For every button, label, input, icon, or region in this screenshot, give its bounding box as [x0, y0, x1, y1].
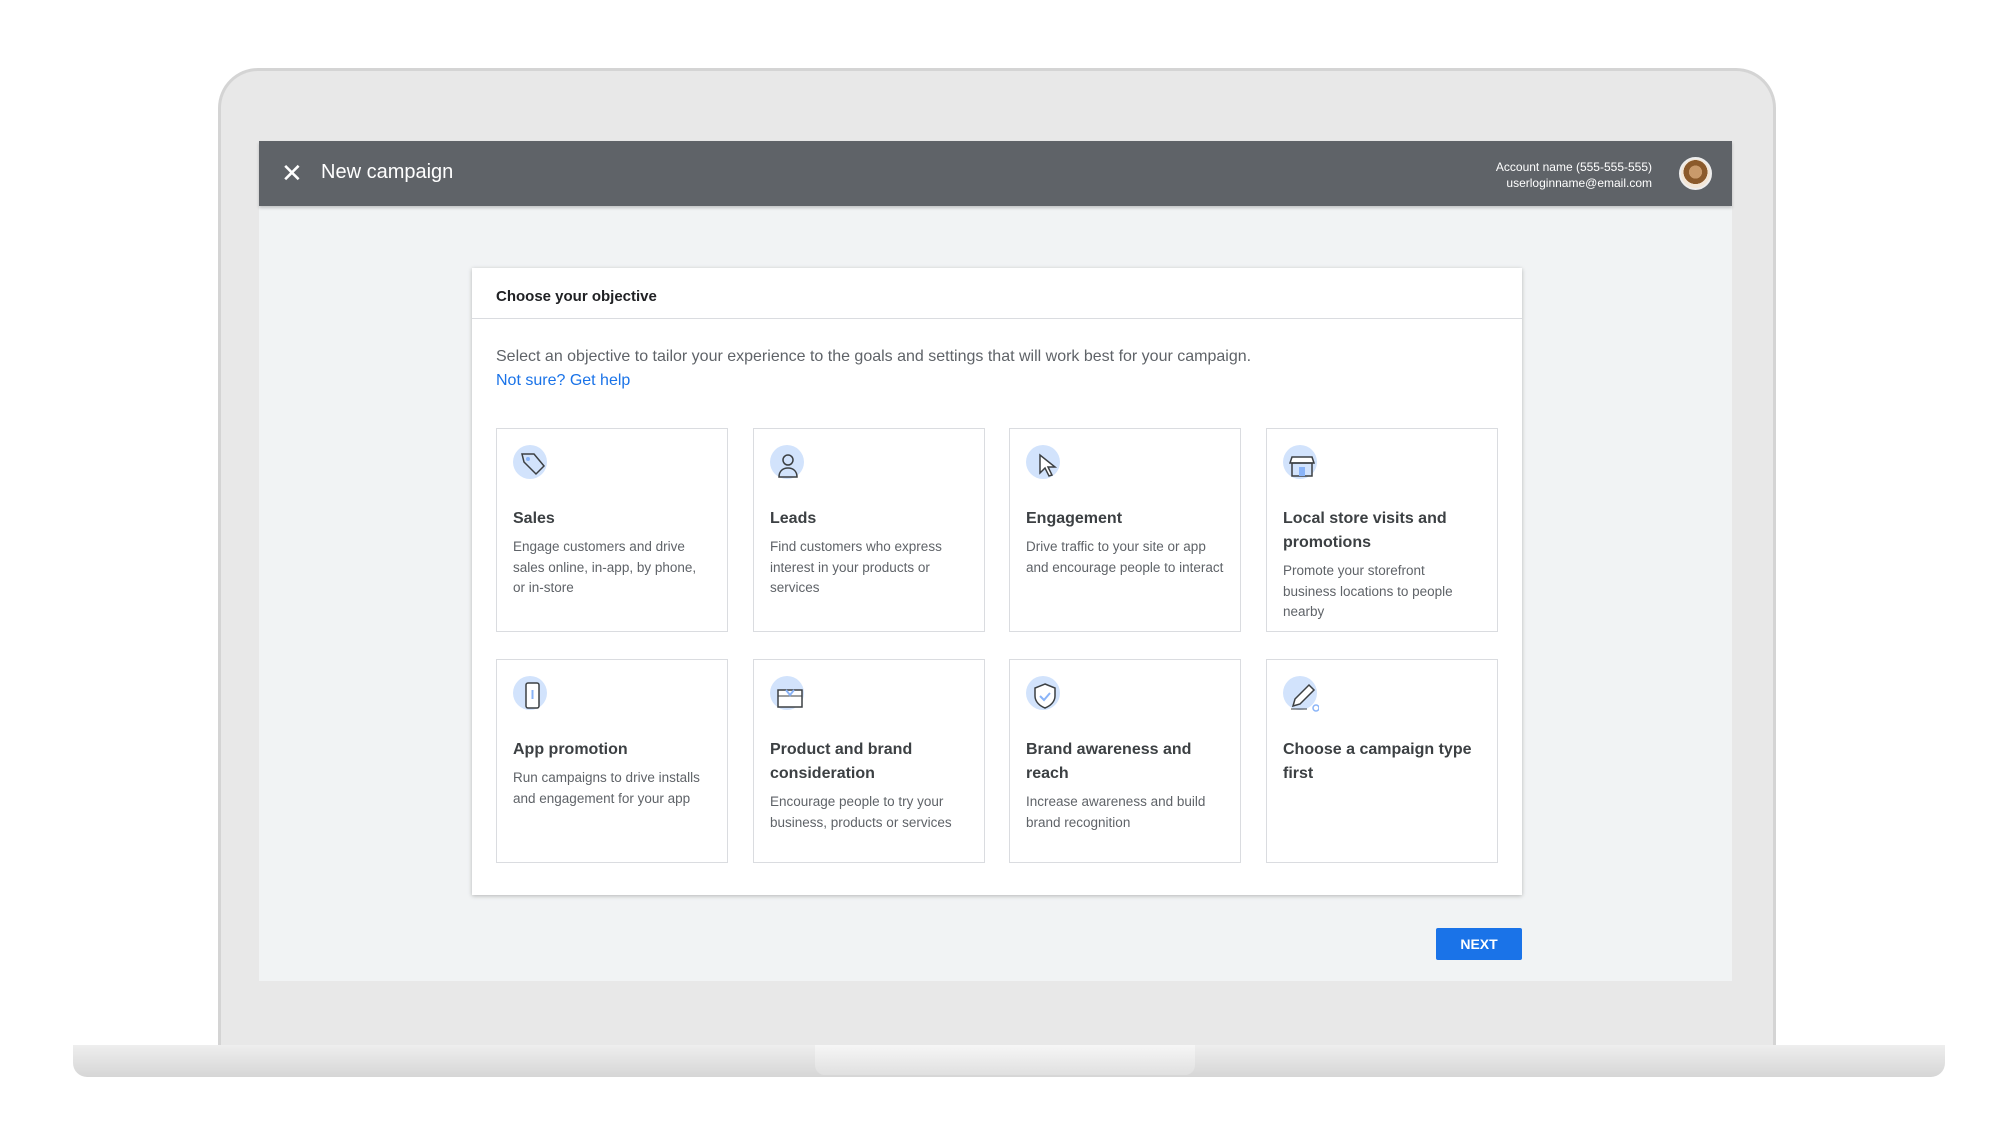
store-icon: [1283, 445, 1323, 485]
account-name: Account name (555-555-555): [1495, 160, 1652, 174]
objective-description: Find customers who express interest in y…: [770, 539, 942, 595]
objective-tile-app-promotion[interactable]: App promotion Run campaigns to drive inst…: [496, 659, 728, 863]
laptop-notch: [815, 1045, 1195, 1075]
person-icon: [770, 445, 810, 485]
objective-title: Product and brand consideration: [770, 741, 913, 782]
account-email: userloginname@email.com: [1506, 176, 1652, 190]
gift-box-icon: [770, 676, 810, 716]
top-bar: ✕ New campaign Account name (555-555-555…: [259, 141, 1732, 206]
avatar[interactable]: [1679, 157, 1712, 190]
objective-dialog: Choose your objective Select an objectiv…: [472, 268, 1522, 895]
account-info: Account name (555-555-555) userloginname…: [1496, 159, 1652, 191]
close-icon[interactable]: ✕: [281, 158, 303, 189]
phone-icon: [513, 676, 553, 716]
help-link[interactable]: Not sure? Get help: [496, 372, 630, 390]
dialog-title: Choose your objective: [472, 268, 1522, 319]
objective-tile-sales[interactable]: Sales Engage customers and drive sales on…: [496, 428, 728, 632]
objective-description: Promote your storefront business locatio…: [1283, 563, 1453, 619]
objective-description: Engage customers and drive sales online,…: [513, 539, 697, 595]
objective-tile-product-and-brand-consideration[interactable]: Product and brand consideration Encourage…: [753, 659, 985, 863]
objective-tile-leads[interactable]: Leads Find customers who express interest…: [753, 428, 985, 632]
objective-description: Increase awareness and build brand recog…: [1026, 794, 1206, 830]
screen: ✕ New campaign Account name (555-555-555…: [259, 141, 1732, 981]
intro-text: Select an objective to tailor your exper…: [496, 348, 1252, 365]
objective-tile-engagement[interactable]: Engagement Drive traffic to your site or …: [1009, 428, 1241, 632]
objective-title: Sales: [513, 510, 555, 527]
cursor-icon: [1026, 445, 1066, 485]
page-title: New campaign: [321, 161, 454, 183]
objective-title: Engagement: [1026, 510, 1123, 527]
next-button[interactable]: NEXT: [1436, 928, 1522, 960]
shield-icon: [1026, 676, 1066, 716]
objective-description: Drive traffic to your site or app and en…: [1026, 539, 1224, 575]
objective-tile-choose-a-campaign-type-first[interactable]: Choose a campaign type first: [1266, 659, 1498, 863]
objective-tile-brand-awareness-and-reach[interactable]: Brand awareness and reach Increase awaren…: [1009, 659, 1241, 863]
objective-description: Run campaigns to drive installs and enga…: [513, 770, 700, 806]
objective-title: App promotion: [513, 741, 628, 758]
objective-description: Encourage people to try your business, p…: [770, 794, 952, 830]
pencil-icon: [1283, 676, 1323, 716]
objective-title: Choose a campaign type first: [1283, 741, 1472, 782]
objective-tile-local-store-visits-and-promotions[interactable]: Local store visits and promotions Promote…: [1266, 428, 1498, 632]
objective-title: Local store visits and promotions: [1283, 510, 1447, 551]
tag-icon: [513, 445, 553, 485]
objective-title: Brand awareness and reach: [1026, 741, 1192, 782]
objective-title: Leads: [770, 510, 817, 527]
